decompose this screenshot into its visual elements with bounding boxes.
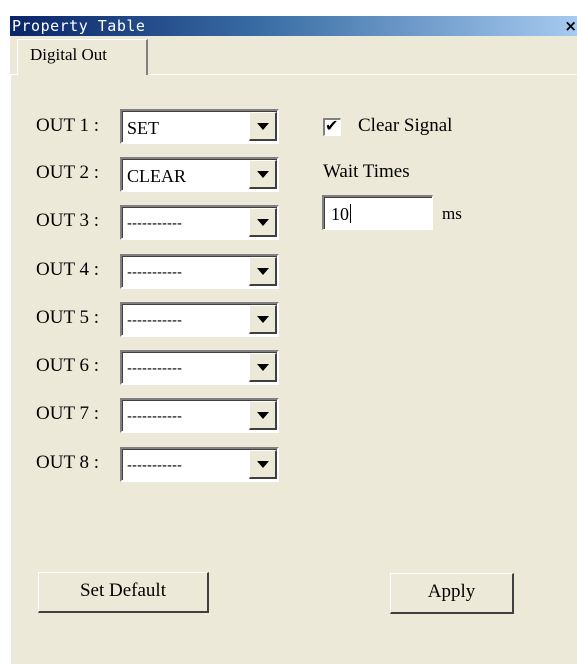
out-5-label: OUT 5 : [36,307,99,328]
chevron-down-icon [257,123,269,130]
tab-digital-out[interactable]: Digital Out [17,39,148,75]
combo-frame: ----------- [122,304,277,335]
wait-times-label: Wait Times [323,161,410,182]
out-3-value: ----------- [127,215,182,232]
chevron-down-icon [257,171,269,178]
out-8-select[interactable]: ----------- [120,447,279,482]
chevron-down-icon [257,461,269,468]
out-4-label: OUT 4 : [36,259,99,280]
wait-times-value: 10 [331,204,349,224]
out-1-label: OUT 1 : [36,115,99,136]
out-8-dropdown-button[interactable] [249,450,277,479]
out-5-dropdown-button[interactable] [249,305,277,334]
title-bar[interactable]: Property Table × [10,16,577,36]
out-7-label: OUT 7 : [36,403,99,424]
out-8-label: OUT 8 : [36,452,99,473]
chevron-down-icon [257,268,269,275]
out-5-select[interactable]: ----------- [120,302,279,337]
out-8-value: ----------- [127,457,182,474]
chevron-down-icon [257,316,269,323]
combo-frame: CLEAR [122,159,277,190]
input-frame: 10 [324,197,432,229]
out-6-dropdown-button[interactable] [249,353,277,382]
combo-frame: ----------- [122,207,277,238]
clear-signal-label[interactable]: Clear Signal [358,114,452,138]
out-5-value: ----------- [127,312,182,329]
wait-times-value-wrap: 10 [331,203,351,225]
out-2-select[interactable]: CLEAR [120,157,279,192]
out-4-dropdown-button[interactable] [249,257,277,286]
tab-label: Digital Out [30,45,107,64]
out-6-select[interactable]: ----------- [120,350,279,385]
out-3-select[interactable]: ----------- [120,205,279,240]
combo-frame: ----------- [122,449,277,480]
wait-times-input[interactable]: 10 [322,195,433,230]
out-7-dropdown-button[interactable] [249,401,277,430]
chevron-down-icon [257,219,269,226]
out-3-dropdown-button[interactable] [249,208,277,237]
out-1-value: SET [127,118,160,138]
clear-signal-checkbox[interactable]: ✔ [323,116,341,136]
combo-frame: SET [122,111,277,142]
out-4-value: ----------- [127,264,182,281]
apply-button[interactable]: Apply [390,573,514,614]
set-default-button[interactable]: Set Default [38,572,209,613]
out-3-label: OUT 3 : [36,210,99,231]
combo-frame: ----------- [122,352,277,383]
chevron-down-icon [257,364,269,371]
out-1-dropdown-button[interactable] [249,112,277,141]
out-7-select[interactable]: ----------- [120,398,279,433]
out-2-dropdown-button[interactable] [249,160,277,189]
property-table-window: Property Table × Digital Out OUT 1 : SET… [0,0,577,664]
out-2-value: CLEAR [127,166,187,186]
out-7-value: ----------- [127,408,182,425]
window-title: Property Table [12,17,146,35]
check-icon: ✔ [325,116,339,135]
out-2-label: OUT 2 : [36,162,99,183]
out-1-select[interactable]: SET [120,109,279,144]
text-caret [350,204,351,223]
out-4-select[interactable]: ----------- [120,254,279,289]
out-6-label: OUT 6 : [36,355,99,376]
combo-frame: ----------- [122,256,277,287]
out-6-value: ----------- [127,360,182,377]
wait-times-unit: ms [442,204,462,223]
close-icon[interactable]: × [564,17,577,35]
combo-frame: ----------- [122,400,277,431]
chevron-down-icon [257,412,269,419]
